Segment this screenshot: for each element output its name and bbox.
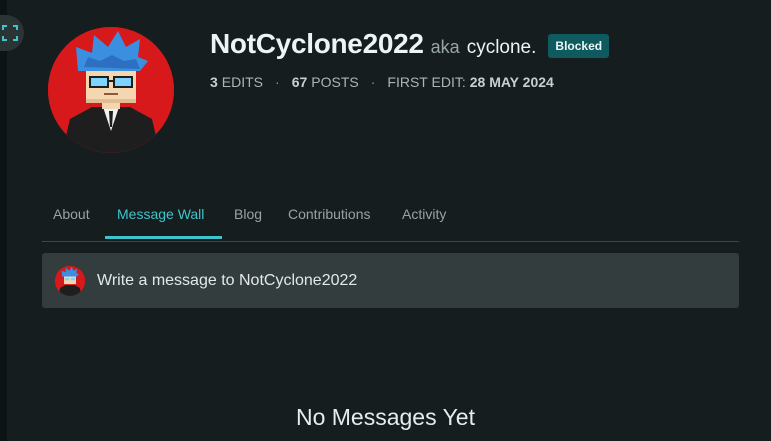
- edits-count: 3: [210, 74, 218, 90]
- stats-separator: ·: [370, 74, 376, 90]
- empty-state-title: No Messages Yet: [295, 404, 475, 430]
- first-edit-date: 28 MAY 2024: [469, 74, 554, 90]
- profile-tabs: About Message Wall Blog Contributions Ac…: [42, 198, 739, 242]
- posts-count: 67: [291, 74, 308, 90]
- expand-corners-icon: [2, 25, 18, 41]
- first-edit-label: FIRST EDIT:: [387, 74, 466, 90]
- composer-placeholder[interactable]: Write a message to NotCyclone2022: [97, 272, 357, 290]
- tab-blog[interactable]: Blog: [234, 206, 262, 222]
- stats-separator: ·: [275, 74, 280, 90]
- tab-contributions[interactable]: Contributions: [288, 206, 371, 222]
- tab-activity[interactable]: Activity: [402, 206, 446, 222]
- blocked-badge: Blocked: [548, 34, 610, 58]
- active-tab-indicator: [105, 236, 222, 239]
- profile-avatar: [48, 27, 174, 153]
- edits-label[interactable]: EDITS: [222, 74, 263, 90]
- fullscreen-button[interactable]: [0, 15, 24, 51]
- composer-avatar: [55, 265, 85, 296]
- username: NotCyclone2022: [210, 28, 424, 59]
- posts-label[interactable]: POSTS: [311, 74, 358, 90]
- aka-label: aka: [430, 37, 460, 57]
- nickname: cyclone.: [466, 37, 537, 58]
- tab-about[interactable]: About: [53, 206, 90, 222]
- profile-stats: 3 EDITS · 67 POSTS · FIRST EDIT: 28 MAY …: [210, 74, 558, 90]
- left-edge-strip: [0, 0, 7, 441]
- profile-header: NotCyclone2022 aka cyclone. Blocked: [210, 28, 610, 60]
- tab-message-wall[interactable]: Message Wall: [117, 206, 204, 222]
- message-composer[interactable]: Write a message to NotCyclone2022: [42, 253, 739, 308]
